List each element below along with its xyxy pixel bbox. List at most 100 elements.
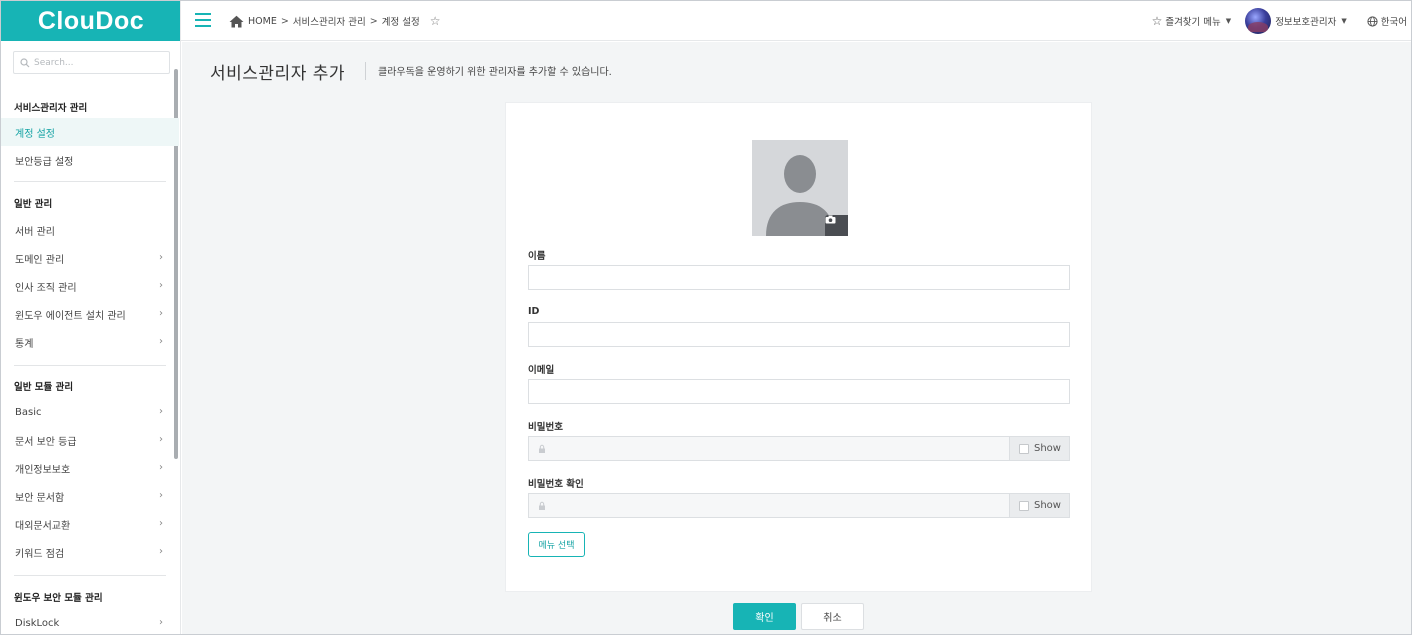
title-separator [365,62,366,80]
password-confirm-input[interactable] [547,494,1009,517]
top-right-controls: ☆ 즐겨찾기 메뉴 ▼ 정보보호관리자 ▼ 한국어 [1152,1,1411,41]
show-label: Show [1034,500,1061,511]
favorites-label: 즐겨찾기 메뉴 [1165,17,1221,28]
show-checkbox[interactable] [1019,500,1029,511]
breadcrumb-separator: > [280,15,289,27]
caret-down-icon: ▼ [1225,17,1232,25]
language-selector[interactable]: 한국어 [1367,14,1407,28]
lock-icon [539,501,545,510]
sidebar-item-statistics[interactable]: 통계 › [1,328,179,356]
logo[interactable]: ClouDoc [1,1,180,41]
sidebar-item-label: 서버 관리 [15,226,55,238]
app-window: ClouDoc 서비스관리자 관리 계정 설정 보안등급 설정 일반 관리 서버… [0,0,1412,635]
show-label: Show [1034,443,1061,454]
show-checkbox[interactable] [1019,443,1029,454]
lock-icon [539,444,545,453]
sidebar-item-label: 인사 조직 관리 [15,282,77,294]
search-box[interactable] [13,51,170,74]
sidebar-item-keyword-check[interactable]: 키워드 점검 › [1,538,179,566]
password-confirm-label: 비밀번호 확인 [528,479,584,490]
top-bar: HOME > 서비스관리자 관리 > 계정 설정 ☆ ☆ 즐겨찾기 메뉴 ▼ 정… [181,1,1411,41]
main-content: 서비스관리자 추가 클라우독을 운영하기 위한 관리자를 추가할 수 있습니다.… [182,42,1411,634]
globe-icon [1367,15,1378,27]
sidebar-item-label: 도메인 관리 [15,254,65,266]
favorite-star-icon[interactable]: ☆ [430,14,441,28]
admin-form-card: 이름 ID 이메일 비밀번호 Show 비밀번호 확인 Show 메뉴 선택 [505,102,1092,592]
chevron-right-icon: › [159,518,163,529]
chevron-right-icon: › [159,462,163,473]
id-label: ID [528,306,540,317]
camera-upload-button[interactable] [825,215,848,236]
sidebar-item-label: 통계 [15,338,34,350]
sidebar-item-label: 윈도우 에이전트 설치 관리 [15,310,126,322]
sidebar-item-server[interactable]: 서버 관리 [1,216,179,244]
sidebar-item-secure-docbox[interactable]: 보안 문서함 › [1,482,179,510]
sidebar-item-disklock[interactable]: DiskLock › [1,609,179,634]
nav-section-general: 일반 관리 [14,199,53,210]
sidebar-item-label: Basic [15,406,42,418]
search-input[interactable] [34,57,154,68]
nav-section-service-admin: 서비스관리자 관리 [14,103,88,114]
profile-photo [752,140,848,236]
confirm-button[interactable]: 확인 [733,603,796,630]
sidebar-item-windows-agent[interactable]: 윈도우 에이전트 설치 관리 › [1,300,179,328]
chevron-right-icon: › [159,490,163,501]
chevron-right-icon: › [159,280,163,291]
sidebar-divider [14,575,166,576]
chevron-right-icon: › [159,546,163,557]
name-label: 이름 [528,251,546,262]
sidebar-divider [14,365,166,366]
language-label: 한국어 [1380,17,1407,28]
password-field: Show [528,436,1070,461]
menu-toggle-icon[interactable] [195,13,211,27]
sidebar-item-account-settings[interactable]: 계정 설정 [1,118,179,146]
sidebar-item-label: 키워드 점검 [15,548,65,560]
password-confirm-field: Show [528,493,1070,518]
password-show-toggle[interactable]: Show [1009,437,1069,460]
breadcrumb-service-admin[interactable]: 서비스관리자 관리 [293,14,366,28]
favorites-menu[interactable]: ☆ 즐겨찾기 메뉴 ▼ [1152,14,1232,28]
name-input[interactable] [528,265,1070,290]
password-confirm-show-toggle[interactable]: Show [1009,494,1069,517]
sidebar-item-label: 계정 설정 [15,128,55,140]
sidebar: ClouDoc 서비스관리자 관리 계정 설정 보안등급 설정 일반 관리 서버… [1,1,181,634]
id-input[interactable] [528,322,1070,347]
sidebar-item-label: 보안등급 설정 [15,156,74,168]
chevron-right-icon: › [159,406,163,417]
sidebar-item-security-level[interactable]: 보안등급 설정 [1,146,179,174]
page-title: 서비스관리자 추가 [210,64,346,84]
camera-icon [825,215,836,224]
cancel-button[interactable]: 취소 [801,603,864,630]
sidebar-item-hr-org[interactable]: 인사 조직 관리 › [1,272,179,300]
breadcrumb: HOME > 서비스관리자 관리 > 계정 설정 ☆ [229,14,440,28]
nav-section-general-modules: 일반 모듈 관리 [14,382,74,393]
sidebar-item-external-exchange[interactable]: 대외문서교환 › [1,510,179,538]
sidebar-divider [14,181,166,182]
chevron-right-icon: › [159,252,163,263]
search-icon [20,57,30,67]
password-input[interactable] [547,437,1009,460]
sidebar-item-privacy[interactable]: 개인정보보호 › [1,454,179,482]
sidebar-item-label: 보안 문서함 [15,492,65,504]
star-icon: ☆ [1151,14,1163,28]
chevron-right-icon: › [159,336,163,347]
sidebar-item-basic[interactable]: Basic › [1,398,179,426]
sidebar-item-label: DiskLock [15,617,60,629]
email-label: 이메일 [528,365,555,376]
user-menu[interactable]: 정보보호관리자 ▼ [1245,8,1347,34]
avatar [1245,8,1272,34]
breadcrumb-account-settings: 계정 설정 [381,17,420,28]
sidebar-item-label: 문서 보안 등급 [15,436,77,448]
email-input[interactable] [528,379,1070,404]
page-description: 클라우독을 운영하기 위한 관리자를 추가할 수 있습니다. [378,67,612,78]
sidebar-item-doc-security-level[interactable]: 문서 보안 등급 › [1,426,179,454]
breadcrumb-home[interactable]: HOME [248,16,277,27]
nav-section-windows-modules: 윈도우 보안 모듈 관리 [14,593,103,604]
sidebar-item-label: 개인정보보호 [15,464,71,476]
sidebar-item-domain[interactable]: 도메인 관리 › [1,244,179,272]
caret-down-icon: ▼ [1341,17,1347,25]
home-icon[interactable] [229,15,244,28]
password-label: 비밀번호 [528,422,563,433]
breadcrumb-separator: > [369,15,378,27]
menu-select-button[interactable]: 메뉴 선택 [528,532,585,557]
